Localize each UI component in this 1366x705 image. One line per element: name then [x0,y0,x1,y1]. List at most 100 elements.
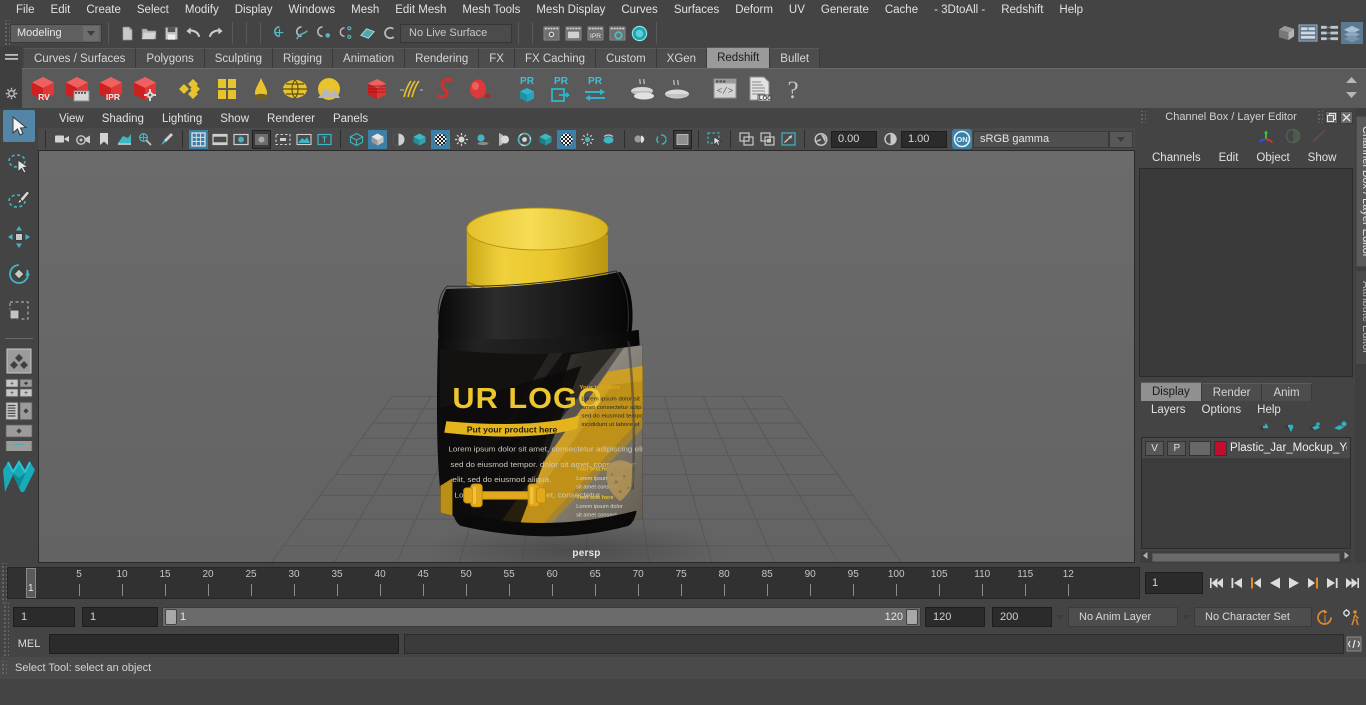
shelf-tab-rigging[interactable]: Rigging [273,48,334,68]
shelf-tab-sculpting[interactable]: Sculpting [204,48,274,68]
undock-icon[interactable] [1325,110,1338,124]
layer-playback-toggle[interactable]: P [1167,440,1187,456]
attribute-editor-icon[interactable] [1341,22,1363,44]
viewport-menu-shading[interactable]: Shading [93,113,153,125]
vtab-attribute-editor[interactable]: Attribute Editor [1356,271,1366,365]
menu-help[interactable]: Help [1051,1,1091,19]
titlesafe-icon[interactable]: T [315,130,334,149]
render-sequence-icon[interactable] [562,22,584,44]
channel-box-menu-show[interactable]: Show [1299,152,1346,164]
layout-outliner-persp-button[interactable] [3,401,35,421]
viewport-menu-lighting[interactable]: Lighting [153,113,211,125]
redshift-bake-all-icon[interactable] [660,71,694,107]
perspective-viewport[interactable]: UR LOGO Put your product here Lorem ipsu… [38,150,1135,563]
redshift-render-settings-icon[interactable] [128,71,162,107]
anim-start-field[interactable]: 1 [13,607,75,627]
hypergraph-icon[interactable] [1275,22,1297,44]
menu-mesh[interactable]: Mesh [343,1,387,19]
film-origin-icon[interactable] [273,130,292,149]
command-language-label[interactable]: MEL [9,638,49,650]
render-settings-icon[interactable] [606,22,628,44]
render-view-icon[interactable] [628,22,650,44]
lighting-quality-icon[interactable] [652,130,671,149]
outliner-icon[interactable] [1297,22,1319,44]
close-icon[interactable] [1340,110,1353,124]
snap-to-view-plane-icon[interactable] [356,22,378,44]
snap-to-curve-icon[interactable] [290,22,312,44]
redo-icon[interactable] [204,22,226,44]
go-to-start-icon[interactable] [1208,572,1227,594]
command-line-grip[interactable] [2,631,9,657]
undo-icon[interactable] [182,22,204,44]
redshift-volume-icon[interactable] [428,71,462,107]
menu-3dtoall[interactable]: - 3DtoAll - [926,1,993,19]
anim-layer-field[interactable]: No Anim Layer [1068,607,1178,627]
viewport-menu-show[interactable]: Show [211,113,258,125]
camera-attributes-icon[interactable] [73,130,92,149]
animation-preferences-icon[interactable] [1338,608,1364,626]
layout-single-perspective-button[interactable] [3,347,35,375]
help-line-grip[interactable] [0,661,7,675]
resolution-gate-icon[interactable] [231,130,250,149]
ambient-occlusion-icon[interactable] [494,130,513,149]
lasso-select-tool-button[interactable] [3,147,35,179]
channel-box-menu-channels[interactable]: Channels [1143,152,1210,164]
menu-mesh-display[interactable]: Mesh Display [528,1,613,19]
rotate-tool-button[interactable] [3,258,35,290]
menu-modify[interactable]: Modify [177,1,227,19]
menu-uv[interactable]: UV [781,1,813,19]
menuset-selector[interactable]: Modeling [10,23,102,43]
paint-select-tool-button[interactable] [3,184,35,216]
shadow-maps-icon[interactable] [631,130,650,149]
move-layer-up-icon[interactable] [1257,421,1272,436]
redshift-environment-icon[interactable] [278,71,312,107]
snap-to-projected-center-icon[interactable] [334,22,356,44]
auto-keyframe-icon[interactable]: | [1312,609,1338,626]
lights-icon[interactable] [431,129,450,149]
layer-menu-options[interactable]: Options [1194,404,1250,416]
redshift-light-dome-icon[interactable] [244,71,278,107]
layout-persp-graph-button[interactable] [3,424,35,438]
ipr-render-icon[interactable]: IPR [584,22,606,44]
redshift-render-sequence-icon[interactable] [60,71,94,107]
layer-list-scrollbar[interactable] [1141,551,1351,563]
redshift-sprite-icon[interactable] [462,71,496,107]
use-default-light-icon[interactable] [452,130,471,149]
select-objects-icon[interactable] [705,130,724,149]
isolate-select-remove-icon[interactable] [779,130,798,149]
image-plane-icon[interactable] [115,130,134,149]
layer-menu-help[interactable]: Help [1249,404,1289,416]
create-layer-from-selected-icon[interactable] [1332,421,1347,436]
gamma-value-field[interactable]: 1.00 [901,130,947,148]
layer-color-swatch[interactable] [1213,440,1228,456]
scroll-thumb[interactable] [1152,552,1340,562]
xray-active-icon[interactable] [599,130,618,149]
node-editor-icon[interactable] [1319,22,1341,44]
exposure-value-field[interactable]: 0.00 [831,130,877,148]
xray-icon[interactable] [557,129,576,149]
redshift-render-view-icon[interactable]: RV [26,71,60,107]
menu-curves[interactable]: Curves [613,1,665,19]
shelf-scroll-up-icon[interactable] [1345,75,1358,88]
shelf-tab-polygons[interactable]: Polygons [136,48,205,68]
wireframe-icon[interactable] [347,130,366,149]
script-editor-icon[interactable] [1344,634,1364,654]
layer-visibility-toggle[interactable]: V [1145,440,1165,456]
status-line-grip[interactable] [3,20,10,46]
viewport-menu-view[interactable]: View [50,113,93,125]
menu-file[interactable]: File [8,1,43,19]
redshift-pr-export-icon[interactable]: PR [544,71,578,107]
shelf-tab-redshift[interactable]: Redshift [707,47,771,68]
move-tool-button[interactable] [3,221,35,253]
menu-generate[interactable]: Generate [813,1,877,19]
character-set-chevron-down-icon[interactable] [1178,607,1194,627]
move-layer-down-icon[interactable] [1282,421,1297,436]
layout-extra-button[interactable] [3,441,35,451]
anim-layer-chevron-down-icon[interactable] [1052,607,1068,627]
menu-mesh-tools[interactable]: Mesh Tools [454,1,528,19]
scale-tool-button[interactable] [3,295,35,327]
save-scene-icon[interactable] [160,22,182,44]
layer-row[interactable]: V P Plastic_Jar_Mockup_Ye [1142,438,1350,458]
textured-icon[interactable] [410,130,429,149]
select-tool-button[interactable] [3,110,35,142]
